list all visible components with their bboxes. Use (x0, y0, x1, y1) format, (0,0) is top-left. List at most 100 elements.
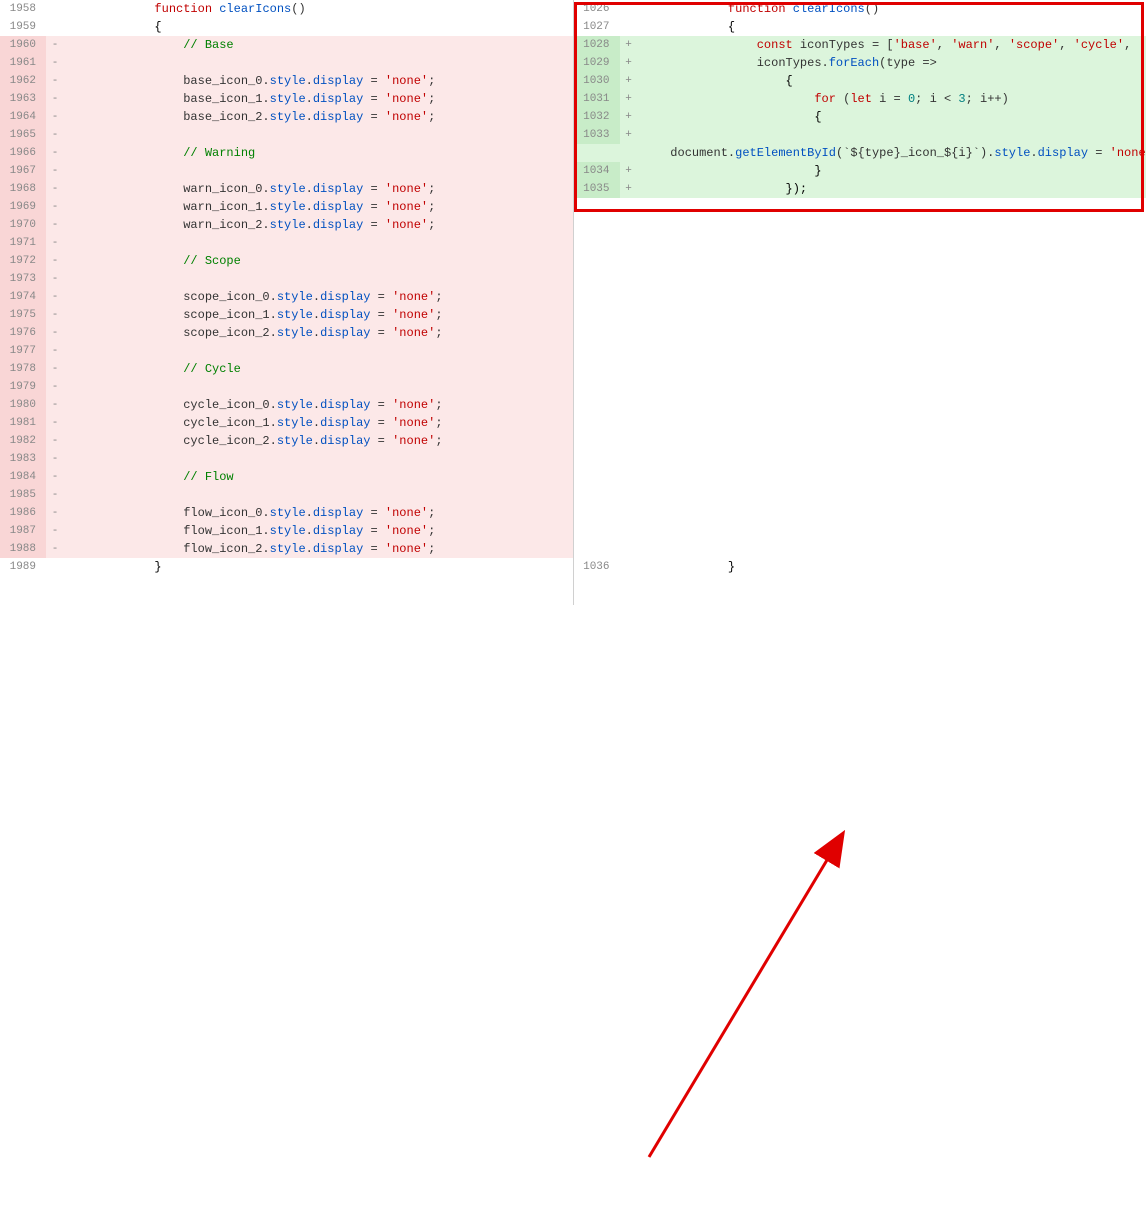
code-line[interactable]: 1973- (0, 270, 573, 288)
code-line[interactable]: 1030+ { (574, 72, 1146, 90)
line-number: 1966 (0, 144, 46, 162)
diff-viewer: 1958 function clearIcons()1959 {1960- //… (0, 0, 1146, 605)
code-line[interactable]: 1026 function clearIcons() (574, 0, 1146, 18)
code-line[interactable]: 1985- (0, 486, 573, 504)
line-number: 1983 (0, 450, 46, 468)
diff-marker: - (46, 162, 64, 180)
code-line[interactable]: 1983- (0, 450, 573, 468)
code-line[interactable]: 1981- cycle_icon_1.style.display = 'none… (0, 414, 573, 432)
code-content: function clearIcons() (638, 0, 1146, 18)
code-line[interactable]: 1969- warn_icon_1.style.display = 'none'… (0, 198, 573, 216)
line-number: 1970 (0, 216, 46, 234)
line-number: 1985 (0, 486, 46, 504)
code-line[interactable]: 1975- scope_icon_1.style.display = 'none… (0, 306, 573, 324)
code-content: for (let i = 0; i < 3; i++) (638, 90, 1146, 108)
code-line[interactable]: 1970- warn_icon_2.style.display = 'none'… (0, 216, 573, 234)
diff-marker: - (46, 216, 64, 234)
code-line[interactable]: 1988- flow_icon_2.style.display = 'none'… (0, 540, 573, 558)
diff-marker: - (46, 252, 64, 270)
code-content: cycle_icon_0.style.display = 'none'; (64, 396, 573, 414)
code-content: { (638, 18, 1146, 36)
code-content: warn_icon_1.style.display = 'none'; (64, 198, 573, 216)
code-line[interactable]: 1031+ for (let i = 0; i < 3; i++) (574, 90, 1146, 108)
code-content: function clearIcons() (64, 0, 573, 18)
line-number: 1987 (0, 522, 46, 540)
code-line[interactable]: 1989 } (0, 558, 573, 576)
line-number: 1971 (0, 234, 46, 252)
code-line[interactable]: 1034+ } (574, 162, 1146, 180)
code-line[interactable]: 1032+ { (574, 108, 1146, 126)
line-number: 1036 (574, 558, 620, 576)
diff-marker: - (46, 396, 64, 414)
code-line[interactable]: 1028+ const iconTypes = ['base', 'warn',… (574, 36, 1146, 54)
code-content: { (638, 108, 1146, 126)
line-number: 1032 (574, 108, 620, 126)
code-line[interactable]: 1029+ iconTypes.forEach(type => (574, 54, 1146, 72)
code-line[interactable]: 1968- warn_icon_0.style.display = 'none'… (0, 180, 573, 198)
diff-marker: - (46, 378, 64, 396)
code-content: } (638, 558, 1146, 576)
diff-marker: + (620, 72, 638, 90)
line-number: 1034 (574, 162, 620, 180)
code-line[interactable]: 1962- base_icon_0.style.display = 'none'… (0, 72, 573, 90)
code-line[interactable]: 1967- (0, 162, 573, 180)
code-line[interactable]: 1963- base_icon_1.style.display = 'none'… (0, 90, 573, 108)
line-number: 1989 (0, 558, 46, 576)
diff-marker: - (46, 270, 64, 288)
code-line[interactable]: 1964- base_icon_2.style.display = 'none'… (0, 108, 573, 126)
code-line[interactable]: 1958 function clearIcons() (0, 0, 573, 18)
diff-marker: - (46, 198, 64, 216)
code-line[interactable]: 1966- // Warning (0, 144, 573, 162)
diff-marker: - (46, 342, 64, 360)
code-line[interactable]: 1027 { (574, 18, 1146, 36)
code-line[interactable]: 1980- cycle_icon_0.style.display = 'none… (0, 396, 573, 414)
line-number: 1033 (574, 126, 620, 144)
code-line[interactable]: 1979- (0, 378, 573, 396)
code-line[interactable]: 1959 { (0, 18, 573, 36)
diff-marker: + (620, 108, 638, 126)
code-line[interactable]: 1035+ }); (574, 180, 1146, 198)
code-content: const iconTypes = ['base', 'warn', 'scop… (638, 36, 1146, 54)
code-line[interactable]: 1986- flow_icon_0.style.display = 'none'… (0, 504, 573, 522)
line-number: 1986 (0, 504, 46, 522)
line-number: 1975 (0, 306, 46, 324)
code-line[interactable]: 1982- cycle_icon_2.style.display = 'none… (0, 432, 573, 450)
code-line[interactable]: 1965- (0, 126, 573, 144)
code-line[interactable]: 1977- (0, 342, 573, 360)
code-content: base_icon_0.style.display = 'none'; (64, 72, 573, 90)
code-content: document.getElementById(`${type}_icon_${… (638, 144, 1146, 162)
code-line[interactable]: 1972- // Scope (0, 252, 573, 270)
code-line[interactable]: 1974- scope_icon_0.style.display = 'none… (0, 288, 573, 306)
diff-marker: - (46, 360, 64, 378)
code-line[interactable]: document.getElementById(`${type}_icon_${… (574, 144, 1146, 162)
line-number: 1960 (0, 36, 46, 54)
code-line[interactable]: 1960- // Base (0, 36, 573, 54)
code-line[interactable]: 1976- scope_icon_2.style.display = 'none… (0, 324, 573, 342)
code-line[interactable]: 1961- (0, 54, 573, 72)
code-line[interactable]: 1036 } (574, 558, 1146, 576)
code-line[interactable]: 1971- (0, 234, 573, 252)
line-number: 1982 (0, 432, 46, 450)
code-content: // Scope (64, 252, 573, 270)
diff-right-pane[interactable]: 1026 function clearIcons()1027 {1028+ co… (574, 0, 1146, 605)
line-number: 1976 (0, 324, 46, 342)
code-line[interactable]: 1033+ (574, 126, 1146, 144)
line-number: 1963 (0, 90, 46, 108)
diff-marker: - (46, 468, 64, 486)
line-number: 1978 (0, 360, 46, 378)
code-content: scope_icon_0.style.display = 'none'; (64, 288, 573, 306)
line-number: 1961 (0, 54, 46, 72)
code-line[interactable]: 1987- flow_icon_1.style.display = 'none'… (0, 522, 573, 540)
code-line[interactable]: 1984- // Flow (0, 468, 573, 486)
diff-marker: + (620, 90, 638, 108)
diff-left-pane[interactable]: 1958 function clearIcons()1959 {1960- //… (0, 0, 574, 605)
code-content: }); (638, 180, 1146, 198)
diff-marker: - (46, 126, 64, 144)
code-content: cycle_icon_2.style.display = 'none'; (64, 432, 573, 450)
diff-marker: - (46, 180, 64, 198)
diff-marker: - (46, 234, 64, 252)
line-number: 1972 (0, 252, 46, 270)
line-number: 1969 (0, 198, 46, 216)
code-line[interactable]: 1978- // Cycle (0, 360, 573, 378)
line-number: 1027 (574, 18, 620, 36)
